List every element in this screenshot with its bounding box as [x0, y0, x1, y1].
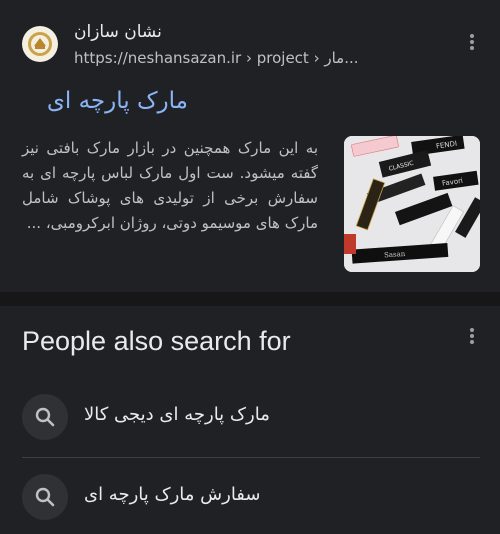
more-vert-icon[interactable]	[462, 324, 482, 348]
result-thumbnail[interactable]: FENDI CLASSIC Favori Sasan	[344, 136, 480, 272]
result-title[interactable]: مارک پارچه ای	[22, 88, 188, 114]
search-icon	[22, 474, 68, 520]
site-url[interactable]: https://neshansazan.ir › project › مار..…	[74, 49, 359, 67]
divider	[22, 457, 480, 458]
thumb-label-sasan: Sasan	[384, 250, 406, 259]
search-result-card: نشان سازان https://neshansazan.ir › proj…	[0, 0, 500, 292]
suggestion-item[interactable]: مارک پارچه ای دیجی کالا	[22, 394, 480, 454]
suggestion-text: سفارش مارک پارچه ای	[84, 484, 261, 505]
people-also-search-section: People also search for مارک پارچه ای دیج…	[0, 306, 500, 520]
site-header[interactable]: نشان سازان https://neshansazan.ir › proj…	[22, 22, 482, 72]
result-snippet: به این مارک همچنین در بازار مارک بافتی ن…	[22, 139, 318, 232]
suggestion-item[interactable]: سفارش مارک پارچه ای	[22, 474, 480, 534]
section-divider	[0, 292, 500, 306]
site-favicon	[22, 26, 58, 62]
url-path: › project › مار...	[241, 49, 359, 67]
more-vert-icon[interactable]	[462, 30, 482, 54]
section-heading: People also search for	[22, 326, 291, 356]
suggestion-text: مارک پارچه ای دیجی کالا	[84, 404, 270, 425]
search-icon	[22, 394, 68, 440]
site-name: نشان سازان	[74, 22, 162, 42]
url-domain: https://neshansazan.ir	[74, 49, 242, 67]
